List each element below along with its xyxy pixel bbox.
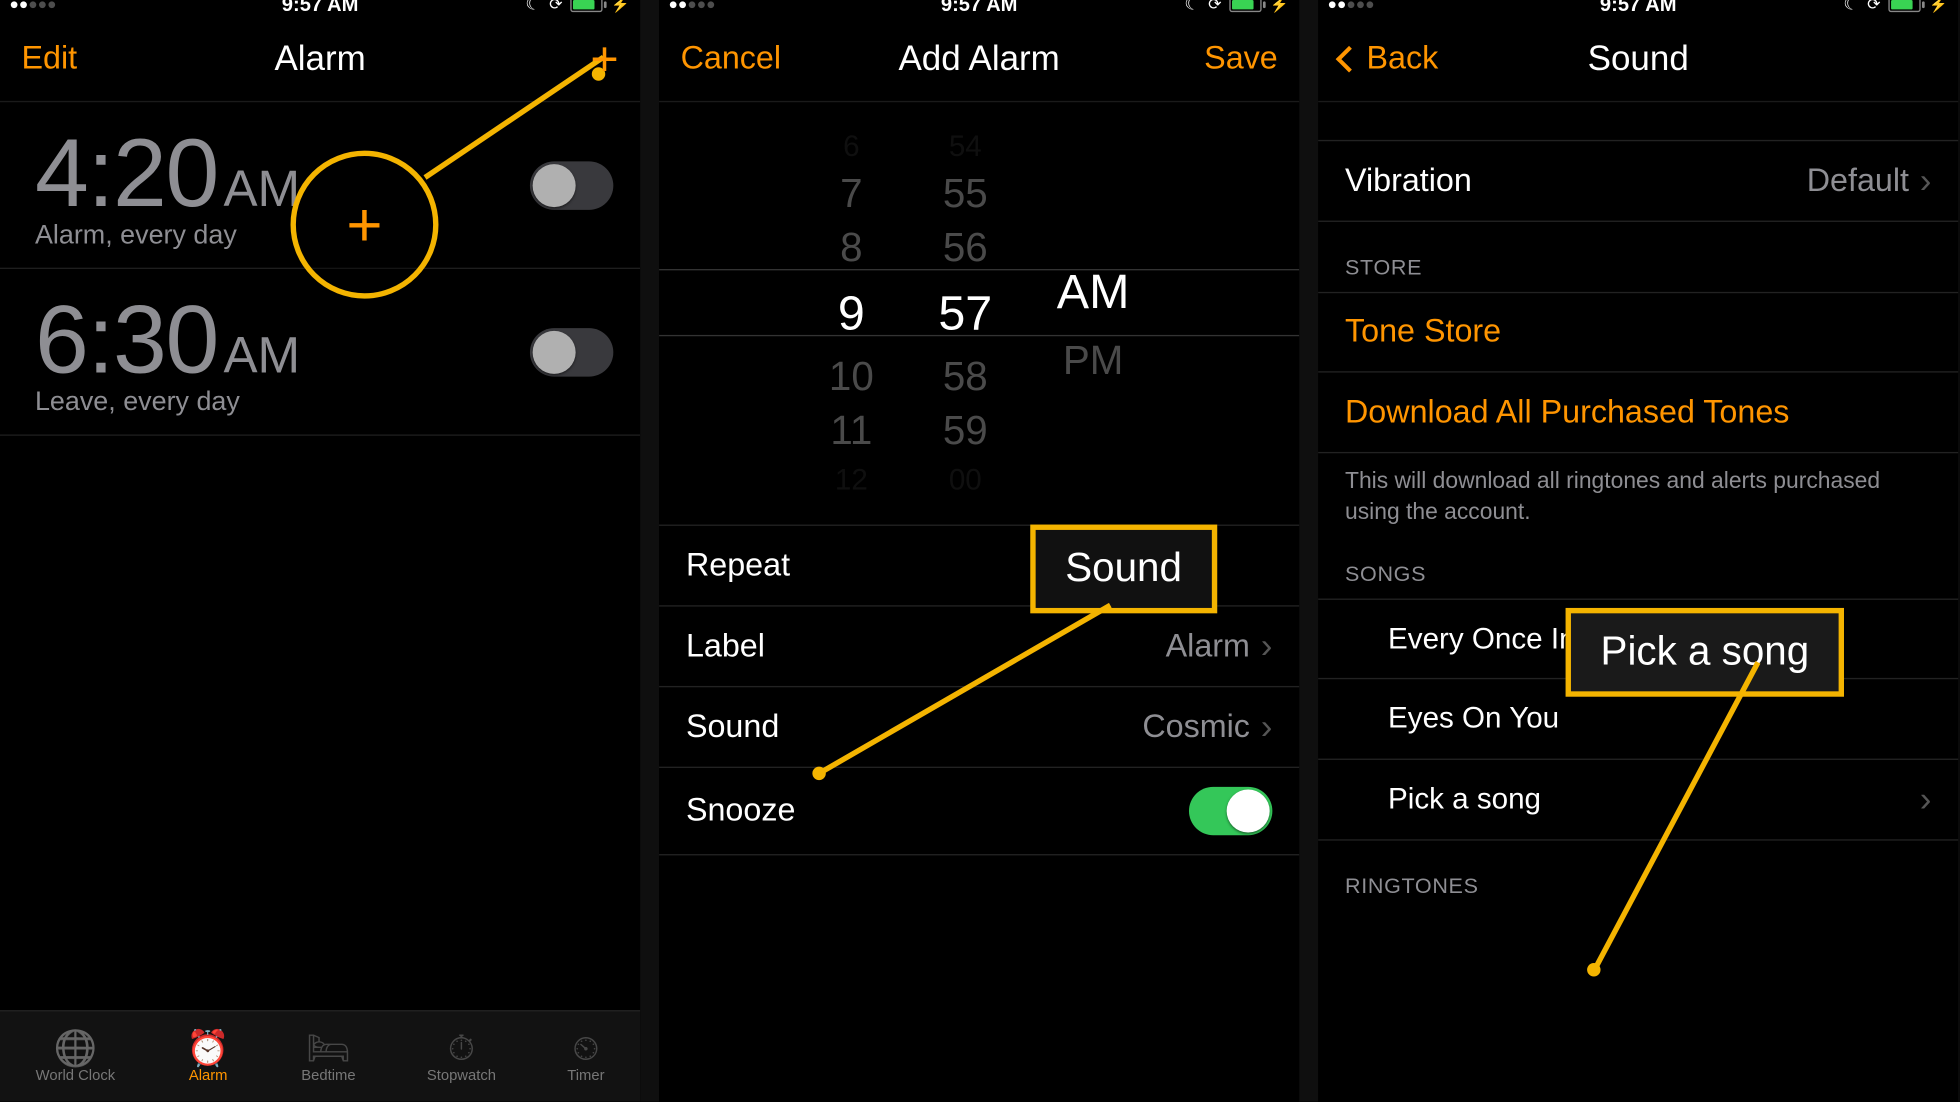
section-header-store: STORE (1318, 222, 1958, 292)
chevron-left-icon (1336, 46, 1363, 73)
alarm-time: 4:20 (35, 118, 218, 228)
alarm-toggle[interactable] (530, 328, 613, 376)
alarm-subtitle: Leave, every day (35, 387, 300, 418)
panel-sound: 9:57 AM ☾ ⟳ ⚡ Back Sound Vibration Defau… (1318, 0, 1958, 1102)
chevron-right-icon: › (1920, 160, 1932, 202)
row-download-tones[interactable]: Download All Purchased Tones (1318, 373, 1958, 454)
row-pick-song[interactable]: Pick a song › (1318, 760, 1958, 841)
battery-icon (1230, 0, 1262, 11)
tab-stopwatch[interactable]: Stopwatch (427, 1030, 496, 1084)
plus-icon: + (346, 188, 382, 261)
row-label[interactable]: Label Alarm › (659, 607, 1299, 688)
vibration-label: Vibration (1345, 162, 1472, 200)
row-vibration[interactable]: Vibration Default › (1318, 140, 1958, 222)
navbar: Back Sound (1318, 16, 1958, 102)
chevron-right-icon: › (1261, 706, 1273, 748)
row-sound[interactable]: Sound Cosmic › (659, 687, 1299, 768)
tab-alarm[interactable]: Alarm (186, 1030, 230, 1084)
page-title: Alarm (0, 38, 640, 80)
annotation-circle: + (291, 151, 439, 299)
section-header-ringtones: RINGTONES (1318, 840, 1958, 910)
snooze-toggle[interactable] (1189, 787, 1272, 835)
status-bar: 9:57 AM ☾ ⟳ ⚡ (0, 0, 640, 16)
navbar: Cancel Add Alarm Save (659, 16, 1299, 102)
edit-button[interactable]: Edit (22, 40, 78, 78)
alarm-ampm: AM (223, 328, 300, 386)
tab-bedtime[interactable]: Bedtime (301, 1030, 355, 1084)
add-alarm-button[interactable]: + (590, 34, 618, 82)
chevron-right-icon: › (1261, 625, 1273, 667)
sound-label: Sound (686, 708, 779, 746)
alarm-row[interactable]: 6:30 AM Leave, every day (0, 269, 640, 436)
alarm-icon (186, 1030, 230, 1065)
tab-timer[interactable]: Timer (567, 1030, 604, 1084)
sound-value: Cosmic (1142, 708, 1250, 746)
alarm-subtitle: Alarm, every day (35, 221, 300, 252)
alarm-time: 6:30 (35, 285, 218, 395)
status-bar: 9:57 AM ☾ ⟳ ⚡ (1318, 0, 1958, 16)
bed-icon (306, 1030, 350, 1065)
save-button[interactable]: Save (1204, 40, 1278, 78)
chevron-right-icon: › (1920, 779, 1932, 821)
section-header-songs: SONGS (1318, 528, 1958, 598)
snooze-label: Snooze (686, 792, 795, 830)
battery-icon (1889, 0, 1921, 11)
status-time: 9:57 AM (1318, 0, 1958, 15)
timer-icon (572, 1030, 599, 1065)
panel-add-alarm: 9:57 AM ☾ ⟳ ⚡ Cancel Add Alarm Save 6 7 … (659, 0, 1299, 1102)
alarm-ampm: AM (223, 161, 300, 219)
globe-icon (54, 1030, 98, 1065)
row-tone-store[interactable]: Tone Store (1318, 292, 1958, 373)
annotation-box-pick-song: Pick a song (1566, 608, 1845, 697)
status-bar: 9:57 AM ☾ ⟳ ⚡ (659, 0, 1299, 16)
tab-bar: World Clock Alarm Bedtime Stopwatch Time… (0, 1010, 640, 1101)
store-footer-note: This will download all ringtones and ale… (1318, 453, 1958, 528)
back-button[interactable]: Back (1340, 40, 1439, 78)
time-picker[interactable]: 6 7 8 9 10 11 12 54 55 56 57 58 59 00 AM… (659, 102, 1299, 506)
alarm-toggle[interactable] (530, 161, 613, 209)
battery-icon (571, 0, 603, 11)
annotation-box-sound: Sound (1030, 525, 1217, 614)
navbar: Edit Alarm + (0, 16, 640, 102)
status-time: 9:57 AM (0, 0, 640, 15)
label-label: Label (686, 627, 765, 665)
tab-worldclock[interactable]: World Clock (36, 1030, 115, 1084)
panel-alarm-list: 9:57 AM ☾ ⟳ ⚡ Edit Alarm + 4:20 AM Alarm… (0, 0, 640, 1102)
row-snooze[interactable]: Snooze (659, 768, 1299, 855)
vibration-value: Default (1807, 162, 1909, 200)
status-time: 9:57 AM (659, 0, 1299, 15)
cancel-button[interactable]: Cancel (681, 40, 781, 78)
repeat-label: Repeat (686, 547, 790, 585)
label-value: Alarm (1166, 627, 1250, 665)
stopwatch-icon (448, 1030, 475, 1065)
